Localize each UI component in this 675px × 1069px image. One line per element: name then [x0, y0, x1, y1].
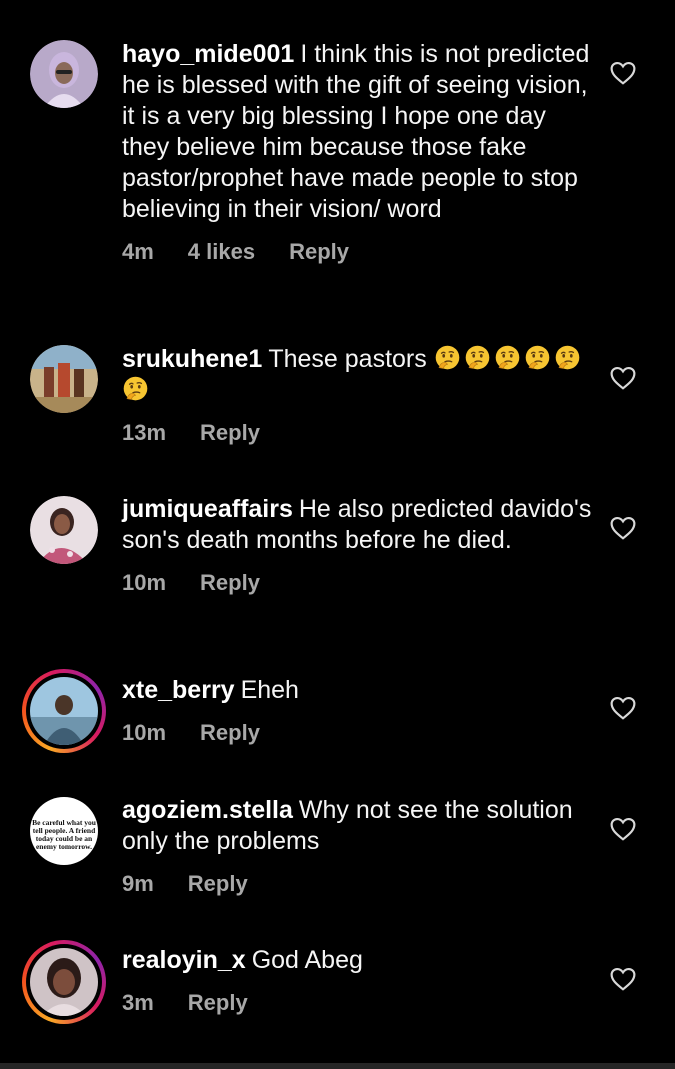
avatar[interactable]: [30, 496, 98, 564]
reply-button[interactable]: Reply: [200, 420, 260, 445]
comment-time: 9m: [122, 871, 154, 896]
avatar[interactable]: [30, 40, 98, 108]
comment-time: 13m: [122, 420, 167, 445]
heart-outline-icon[interactable]: [610, 696, 636, 720]
comment-meta: 13m Reply: [122, 419, 592, 447]
thinking-face-emoji: [555, 345, 580, 370]
comment-username[interactable]: jumiqueaffairs: [122, 495, 293, 523]
comment-text: agoziem.stella Why not see the solution o…: [122, 795, 592, 857]
avatar-photo: [30, 40, 98, 108]
comment-time: 10m: [122, 570, 167, 595]
comment-time: 4m: [122, 239, 154, 264]
comment-text: xte_berry Eheh: [122, 675, 592, 706]
comment-likes[interactable]: 4 likes: [188, 239, 255, 264]
comment-body: These pastors: [268, 345, 427, 373]
comment-username[interactable]: xte_berry: [122, 676, 235, 704]
avatar-story-ring[interactable]: [22, 940, 106, 1024]
reply-button[interactable]: Reply: [289, 239, 349, 264]
avatar-photo: [30, 345, 98, 413]
thinking-face-emoji: [465, 345, 490, 370]
reply-button[interactable]: Reply: [188, 871, 248, 896]
heart-outline-icon[interactable]: [610, 516, 636, 540]
avatar-story-ring[interactable]: [22, 669, 106, 753]
comment-text: jumiqueaffairs He also predicted davido's…: [122, 494, 592, 556]
thinking-face-emoji: [525, 345, 550, 370]
comment-body: God Abeg: [251, 946, 363, 974]
bottom-divider: [0, 1063, 675, 1069]
reply-button[interactable]: Reply: [200, 720, 260, 745]
heart-outline-icon[interactable]: [610, 61, 636, 85]
comment-username[interactable]: realoyin_x: [122, 946, 246, 974]
comment-username[interactable]: hayo_mide001: [122, 40, 294, 68]
avatar-photo: [30, 948, 98, 1016]
thinking-face-emoji: [435, 345, 460, 370]
comment-time: 10m: [122, 720, 167, 745]
avatar[interactable]: [30, 345, 98, 413]
comment-meta: 4m 4 likes Reply: [122, 238, 592, 266]
comment-username[interactable]: srukuhene1: [122, 345, 262, 373]
thinking-face-emoji: [123, 376, 148, 401]
heart-outline-icon[interactable]: [610, 817, 636, 841]
avatar[interactable]: Be careful what you tell people. A frien…: [30, 797, 98, 865]
reply-button[interactable]: Reply: [200, 570, 260, 595]
thinking-face-emoji: [495, 345, 520, 370]
comment-meta: 10m Reply: [122, 719, 592, 747]
heart-outline-icon[interactable]: [610, 967, 636, 991]
comment-body: Eheh: [240, 676, 299, 704]
comment-time: 3m: [122, 990, 154, 1015]
avatar-quote-text: Be careful what you tell people. A frien…: [32, 818, 96, 851]
comment-meta: 9m Reply: [122, 870, 592, 898]
comment-meta: 3m Reply: [122, 989, 592, 1017]
reply-button[interactable]: Reply: [188, 990, 248, 1015]
avatar-photo: [30, 496, 98, 564]
avatar-photo: [30, 677, 98, 745]
comment-meta: 10m Reply: [122, 569, 592, 597]
comment-text: hayo_mide001 I think this is not predicte…: [122, 39, 592, 225]
comment-text: srukuhene1 These pastors: [122, 344, 592, 406]
comment-text: realoyin_x God Abeg: [122, 945, 592, 976]
heart-outline-icon[interactable]: [610, 366, 636, 390]
comment-username[interactable]: agoziem.stella: [122, 796, 293, 824]
